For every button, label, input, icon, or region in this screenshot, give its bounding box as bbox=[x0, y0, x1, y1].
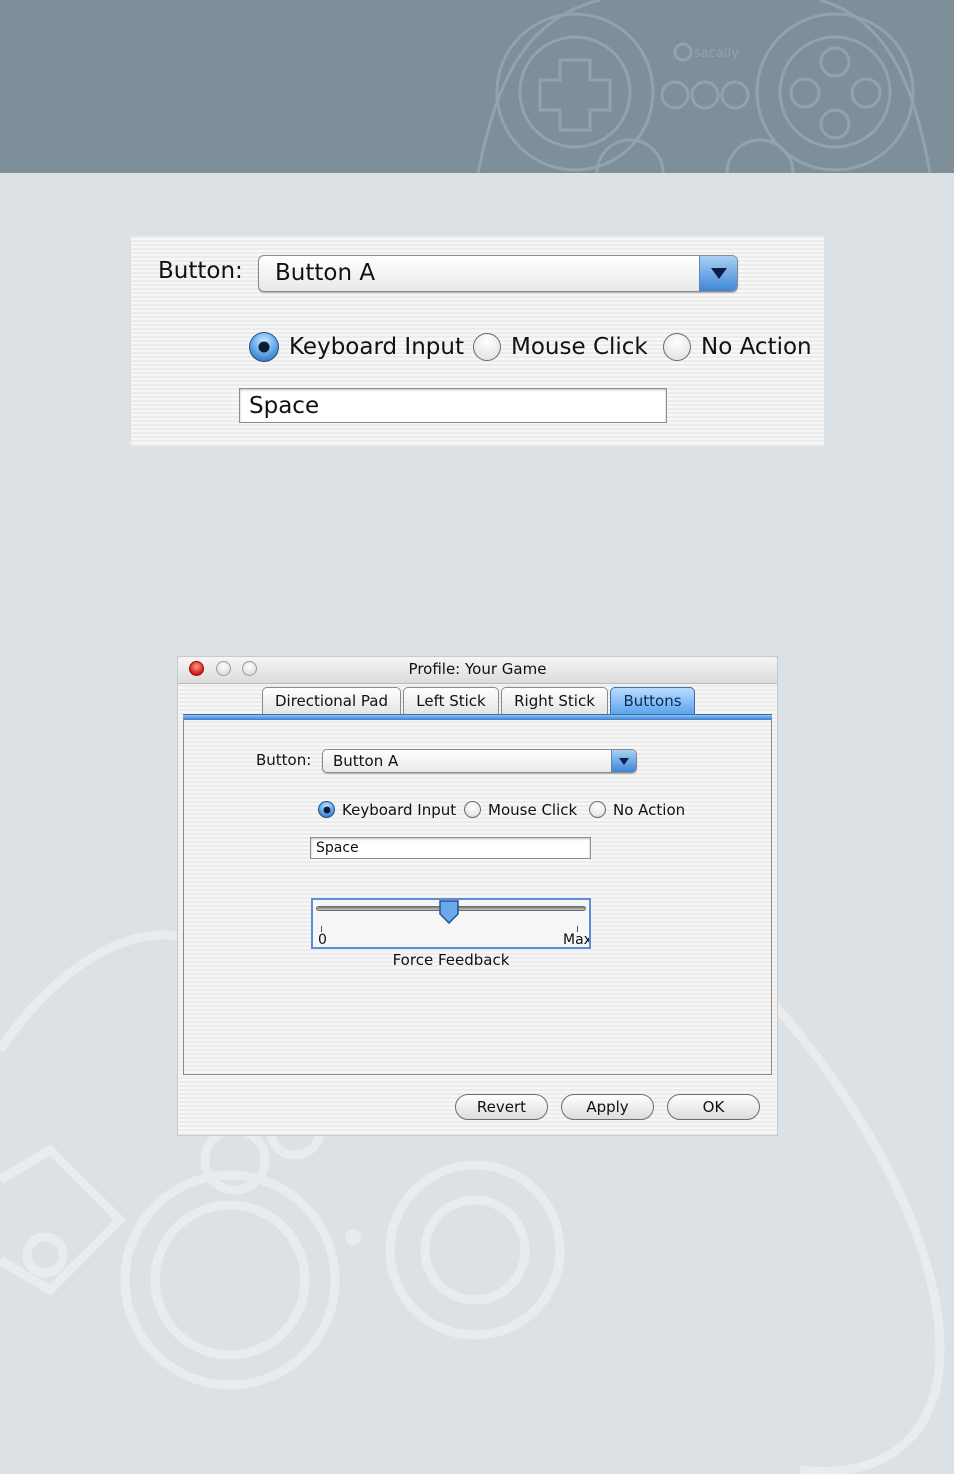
brand-watermark: sacally bbox=[694, 46, 739, 61]
button-popup[interactable]: Button A bbox=[322, 749, 637, 773]
profile-window: Profile: Your Game Directional Pad Left … bbox=[178, 657, 777, 1135]
key-input-field[interactable]: Space bbox=[310, 837, 591, 859]
revert-button[interactable]: Revert bbox=[455, 1094, 548, 1120]
radio-label-keyboard-input: Keyboard Input bbox=[342, 801, 457, 819]
button-label: Button: bbox=[158, 258, 243, 284]
tab-directional-pad[interactable]: Directional Pad bbox=[262, 687, 401, 715]
window-title: Profile: Your Game bbox=[408, 660, 547, 678]
gamepad-watermark-icon: sacally bbox=[476, 0, 932, 173]
button-popup-value: Button A bbox=[275, 260, 376, 286]
key-input-value: Space bbox=[249, 393, 320, 419]
slider-min-label: 0 bbox=[318, 932, 327, 948]
radio-label-no-action: No Action bbox=[613, 801, 686, 819]
key-input-value: Space bbox=[316, 840, 359, 856]
header-band: sacally bbox=[0, 0, 954, 173]
tab-buttons[interactable]: Buttons bbox=[610, 687, 695, 715]
slider-tick-max bbox=[577, 926, 578, 932]
slider-thumb-icon[interactable] bbox=[439, 900, 459, 924]
radio-keyboard-input[interactable] bbox=[318, 801, 335, 818]
chevron-down-icon bbox=[611, 750, 636, 772]
radio-keyboard-input[interactable] bbox=[249, 332, 279, 362]
slider-max-label: Max bbox=[563, 933, 589, 947]
chevron-down-icon bbox=[699, 256, 737, 291]
window-titlebar: Profile: Your Game bbox=[178, 657, 777, 684]
button-popup-value: Button A bbox=[333, 752, 399, 770]
radio-no-action[interactable] bbox=[663, 333, 691, 361]
button-label: Button: bbox=[256, 751, 312, 769]
key-input-field[interactable]: Space bbox=[239, 388, 667, 423]
tab-left-stick[interactable]: Left Stick bbox=[403, 687, 499, 715]
radio-label-keyboard-input: Keyboard Input bbox=[289, 334, 464, 360]
tab-right-stick[interactable]: Right Stick bbox=[501, 687, 608, 715]
force-feedback-slider[interactable]: 0 Max bbox=[311, 898, 591, 949]
radio-label-no-action: No Action bbox=[701, 334, 812, 360]
radio-mouse-click[interactable] bbox=[464, 801, 481, 818]
radio-no-action[interactable] bbox=[589, 801, 606, 818]
apply-button[interactable]: Apply bbox=[561, 1094, 654, 1120]
radio-label-mouse-click: Mouse Click bbox=[511, 334, 648, 360]
enlarged-button-panel: Button: Button A Keyboard Input Mouse Cl… bbox=[131, 236, 824, 446]
radio-label-mouse-click: Mouse Click bbox=[488, 801, 578, 819]
force-feedback-label: Force Feedback bbox=[392, 951, 510, 969]
ok-button[interactable]: OK bbox=[667, 1094, 760, 1120]
button-popup[interactable]: Button A bbox=[258, 255, 738, 292]
radio-mouse-click[interactable] bbox=[473, 333, 501, 361]
